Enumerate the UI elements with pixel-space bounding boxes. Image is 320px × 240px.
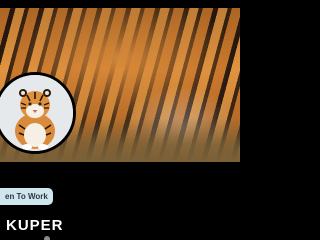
tiger-avatar-icon: [0, 75, 73, 151]
profile-page: en To Work KUPER: [0, 0, 240, 240]
open-to-work-badge: en To Work: [0, 188, 53, 205]
status-dot: [44, 236, 50, 240]
profile-name: KUPER: [6, 217, 64, 234]
